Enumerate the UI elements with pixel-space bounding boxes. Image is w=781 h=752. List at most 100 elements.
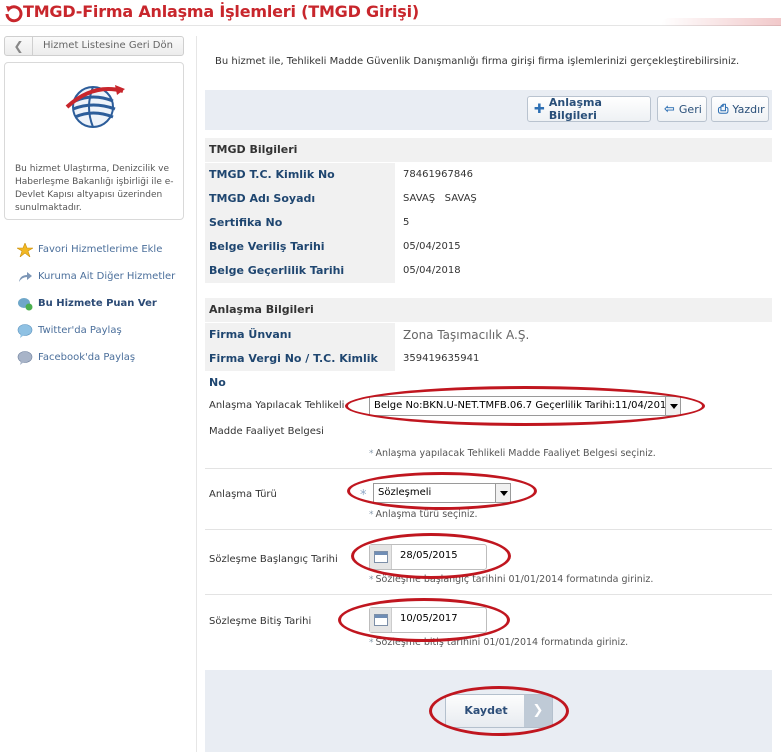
asterisk-icon: * bbox=[369, 510, 374, 520]
activity-document-hint: * Anlaşma yapılacak Tehlikeli Madde Faali… bbox=[369, 448, 656, 459]
activity-document-label-1: Anlaşma Yapılacak Tehlikeli bbox=[209, 400, 345, 411]
end-date-hint: * Sözleşme bitiş tarihini 01/01/2014 form… bbox=[369, 637, 628, 648]
rate-icon bbox=[18, 297, 33, 310]
agreement-type-value: Sözleşmeli bbox=[378, 487, 432, 498]
section-heading: TMGD Bilgileri bbox=[205, 138, 772, 162]
start-date-hint: * Sözleşme başlangıç tarihini 01/01/2014 … bbox=[369, 574, 653, 585]
start-date-value: 28/05/2015 bbox=[400, 550, 458, 561]
asterisk-icon: * bbox=[369, 575, 374, 585]
asterisk-icon: * bbox=[369, 638, 374, 648]
hint-text: Sözleşme bitiş tarihini 01/01/2014 forma… bbox=[375, 637, 629, 648]
sidebar-item-label: Bu Hizmete Puan Ver bbox=[38, 298, 157, 309]
sidebar-item-label: Facebook'da Paylaş bbox=[38, 352, 136, 363]
page-title: TMGD-Firma Anlaşma İşlemleri (TMGD Giriş… bbox=[23, 2, 419, 21]
refresh-logo-icon bbox=[5, 5, 23, 23]
info-label: Firma Vergi No / T.C. Kimlik No bbox=[205, 346, 397, 389]
start-date-label: Sözleşme Başlangıç Tarihi bbox=[209, 554, 338, 565]
hint-text: Anlaşma türü seçiniz. bbox=[375, 509, 478, 520]
end-date-value: 10/05/2017 bbox=[400, 613, 458, 624]
start-date-field[interactable]: 28/05/2015 bbox=[369, 544, 487, 570]
agreement-type-select[interactable]: Sözleşmeli bbox=[373, 483, 511, 503]
header-decoration bbox=[661, 18, 781, 26]
calendar-icon[interactable] bbox=[370, 608, 392, 632]
sidebar-item-label: Twitter'da Paylaş bbox=[38, 325, 122, 336]
info-value: 05/04/2018 bbox=[403, 265, 461, 276]
divider bbox=[205, 594, 772, 595]
info-value: SAVAŞ SAVAŞ bbox=[403, 193, 477, 204]
info-row: Sertifika No 5 bbox=[205, 210, 772, 235]
end-date-field[interactable]: 10/05/2017 bbox=[369, 607, 487, 633]
save-label: Kaydet bbox=[464, 704, 508, 717]
info-label: Sertifika No bbox=[205, 210, 397, 235]
info-value: Zona Taşımacılık A.Ş. bbox=[403, 327, 530, 342]
chevron-down-icon bbox=[495, 484, 510, 502]
info-row: Firma Vergi No / T.C. Kimlik No 35941963… bbox=[205, 346, 772, 389]
info-value: 05/04/2015 bbox=[403, 241, 461, 252]
page-header: TMGD-Firma Anlaşma İşlemleri (TMGD Giriş… bbox=[0, 0, 781, 26]
back-button[interactable]: ⇦ Geri bbox=[657, 96, 707, 122]
info-row: Firma Ünvanı Zona Taşımacılık A.Ş. bbox=[205, 322, 772, 347]
asterisk-icon: * bbox=[369, 449, 374, 459]
required-star-icon: * bbox=[360, 488, 367, 503]
info-label: Belge Geçerlilik Tarihi bbox=[205, 258, 397, 283]
hint-text: Sözleşme başlangıç tarihini 01/01/2014 f… bbox=[375, 574, 654, 585]
info-row: TMGD T.C. Kimlik No 78461967846 bbox=[205, 162, 772, 187]
back-to-list-button[interactable]: ❮ Hizmet Listesine Geri Dön bbox=[4, 36, 184, 56]
sidebar-item-facebook[interactable]: Facebook'da Paylaş bbox=[17, 344, 192, 371]
agreement-type-label: Anlaşma Türü bbox=[209, 489, 277, 500]
share-arrow-icon bbox=[19, 271, 32, 282]
info-value: 5 bbox=[403, 217, 410, 228]
sidebar-item-label: Kuruma Ait Diğer Hizmetler bbox=[38, 271, 176, 282]
sidebar-item-rate[interactable]: Bu Hizmete Puan Ver bbox=[17, 290, 192, 317]
sidebar-item-twitter[interactable]: Twitter'da Paylaş bbox=[17, 317, 192, 344]
activity-document-select[interactable]: Belge No:BKN.U-NET.TMFB.06.7 Geçerlilik … bbox=[369, 396, 681, 416]
end-date-label: Sözleşme Bitiş Tarihi bbox=[209, 616, 312, 627]
agreement-info-label: Anlaşma Bilgileri bbox=[548, 96, 602, 122]
divider bbox=[205, 529, 772, 530]
sidebar-item-label: Favori Hizmetlerime Ekle bbox=[38, 244, 163, 255]
plus-icon: ✚ bbox=[534, 101, 545, 117]
section-heading: Anlaşma Bilgileri bbox=[205, 298, 772, 322]
agreement-info-button[interactable]: ✚ Anlaşma Bilgileri bbox=[527, 96, 651, 122]
chevron-down-icon bbox=[665, 397, 680, 415]
info-label: Firma Ünvanı bbox=[205, 322, 397, 347]
chevron-left-icon: ❮ bbox=[5, 37, 33, 55]
twitter-icon bbox=[17, 323, 33, 338]
info-label: TMGD Adı Soyadı bbox=[205, 186, 397, 211]
chevron-right-icon: ❯ bbox=[524, 695, 552, 727]
activity-document-label-2: Madde Faaliyet Belgesi bbox=[209, 426, 324, 437]
sidebar-links: Favori Hizmetlerime Ekle Kuruma Ait Diğe… bbox=[17, 236, 192, 371]
print-button[interactable]: ⎙ Yazdır bbox=[711, 96, 769, 122]
back-to-list-label: Hizmet Listesine Geri Dön bbox=[43, 40, 173, 51]
back-arrow-icon: ⇦ bbox=[664, 101, 675, 117]
hint-text: Anlaşma yapılacak Tehlikeli Madde Faaliy… bbox=[375, 448, 656, 459]
service-info-box: Bu hizmet Ulaştırma, Denizcilik ve Haber… bbox=[4, 62, 184, 220]
info-value: 78461967846 bbox=[403, 169, 473, 180]
intro-text: Bu hizmet ile, Tehlikeli Madde Güvenlik … bbox=[215, 56, 740, 67]
info-value: 359419635941 bbox=[403, 353, 480, 364]
facebook-icon bbox=[17, 350, 33, 365]
info-row: Belge Geçerlilik Tarihi 05/04/2018 bbox=[205, 258, 772, 283]
main-content: Bu hizmet ile, Tehlikeli Madde Güvenlik … bbox=[196, 36, 781, 752]
agreement-type-hint: * Anlaşma türü seçiniz. bbox=[369, 509, 478, 520]
info-label: TMGD T.C. Kimlik No bbox=[205, 162, 397, 187]
save-button[interactable]: Kaydet ❯ bbox=[445, 694, 553, 728]
print-label: Yazdır bbox=[732, 102, 765, 116]
activity-document-value: Belge No:BKN.U-NET.TMFB.06.7 Geçerlilik … bbox=[374, 400, 673, 411]
info-row: TMGD Adı Soyadı SAVAŞ SAVAŞ bbox=[205, 186, 772, 211]
ministry-globe-logo bbox=[65, 85, 125, 128]
info-label: Belge Veriliş Tarihi bbox=[205, 234, 397, 259]
printer-icon: ⎙ bbox=[718, 101, 729, 117]
calendar-icon[interactable] bbox=[370, 545, 392, 569]
star-icon bbox=[17, 242, 33, 257]
sidebar-item-other-services[interactable]: Kuruma Ait Diğer Hizmetler bbox=[17, 263, 192, 290]
form-footer: Kaydet ❯ bbox=[205, 670, 772, 752]
info-row: Belge Veriliş Tarihi 05/04/2015 bbox=[205, 234, 772, 259]
tmgd-info-section: TMGD Bilgileri TMGD T.C. Kimlik No 78461… bbox=[205, 138, 772, 283]
back-label: Geri bbox=[678, 102, 702, 116]
sidebar-item-favorites[interactable]: Favori Hizmetlerime Ekle bbox=[17, 236, 192, 263]
toolbar: ✚ Anlaşma Bilgileri ⇦ Geri ⎙ Yazdır bbox=[205, 90, 772, 130]
service-info-text: Bu hizmet Ulaştırma, Denizcilik ve Haber… bbox=[15, 164, 174, 213]
agreement-info-section: Anlaşma Bilgileri Firma Ünvanı Zona Taşı… bbox=[205, 298, 772, 389]
divider bbox=[205, 468, 772, 469]
